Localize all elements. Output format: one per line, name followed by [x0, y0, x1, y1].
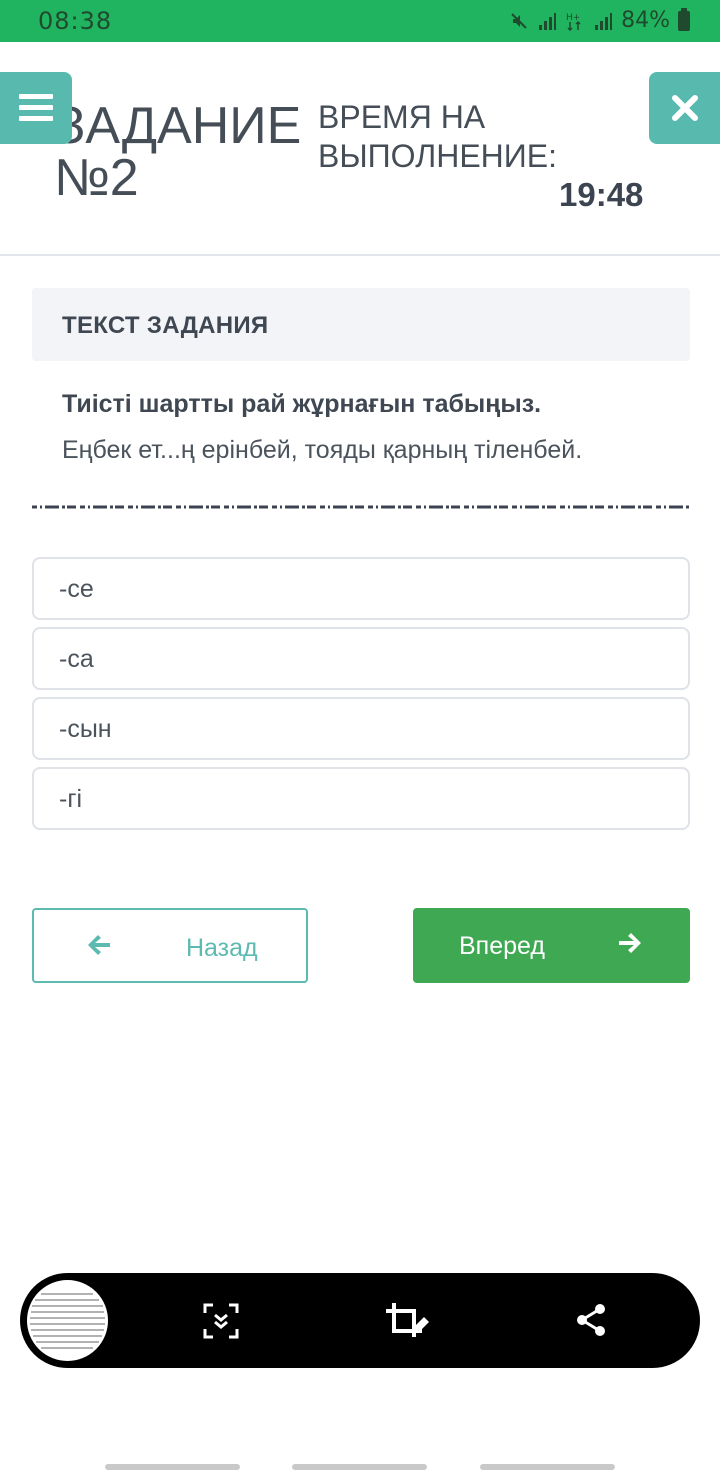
share-icon[interactable] [575, 1303, 607, 1337]
timer-value: 19:48 [559, 176, 644, 213]
status-icons: H+ 84% [509, 7, 690, 33]
answer-label: -гі [59, 785, 82, 813]
crop-edit-icon[interactable] [384, 1301, 432, 1341]
menu-button[interactable] [0, 72, 72, 144]
timer-label: ВРЕМЯ НА ВЫПОЛНЕНИЕ: [318, 99, 557, 174]
task-question: Тиісті шартты рай жұрнағын табыңыз. [62, 390, 542, 418]
nav-back-bar[interactable] [480, 1464, 615, 1470]
task-text-panel: ТЕКСТ ЗАДАНИЯ [32, 288, 690, 361]
nav-home-bar[interactable] [292, 1464, 427, 1470]
answer-label: -са [59, 645, 94, 673]
battery-percent: 84% [621, 8, 670, 33]
next-button[interactable]: Вперед [413, 908, 690, 983]
nav-recents-bar[interactable] [105, 1464, 240, 1470]
answer-option[interactable]: -гі [32, 767, 690, 830]
page-title: ЗАДАНИЕ №2 [54, 97, 302, 207]
dashed-divider [32, 505, 690, 509]
answer-option[interactable]: -са [32, 627, 690, 690]
next-label: Вперед [459, 932, 545, 960]
answer-option[interactable]: -се [32, 557, 690, 620]
status-bar: 08:38 H+ 84% [0, 0, 720, 42]
screenshot-toolbar [20, 1273, 700, 1368]
task-header: ЗАДАНИЕ №2 ВРЕМЯ НА ВЫПОЛНЕНИЕ: 19:48 [0, 42, 720, 256]
signal-icon-2 [595, 12, 613, 30]
thumbnail-text-lines [30, 1293, 105, 1349]
answer-label: -се [59, 575, 94, 603]
hamburger-icon [19, 94, 53, 121]
close-icon [671, 95, 698, 121]
task-sentence: Еңбек ет...ң ерінбей, тояды қарның тілен… [62, 436, 583, 464]
arrow-right-icon [619, 933, 641, 953]
answer-option[interactable]: -сын [32, 697, 690, 760]
close-button[interactable] [649, 72, 720, 144]
answer-options: -се -са -сын -гі [32, 557, 690, 837]
arrow-left-icon [88, 935, 110, 955]
back-label: Назад [186, 934, 258, 962]
screenshot-thumbnail[interactable] [24, 1277, 111, 1364]
answer-label: -сын [59, 715, 112, 743]
task-text-heading: ТЕКСТ ЗАДАНИЯ [62, 312, 269, 339]
signal-icon [539, 12, 557, 30]
status-time: 08:38 [38, 7, 113, 35]
battery-icon [678, 7, 690, 31]
back-button[interactable]: Назад [32, 908, 308, 983]
hplus-data-icon: H+ [566, 13, 581, 31]
scroll-capture-icon[interactable] [203, 1303, 239, 1339]
mute-icon [511, 12, 527, 29]
